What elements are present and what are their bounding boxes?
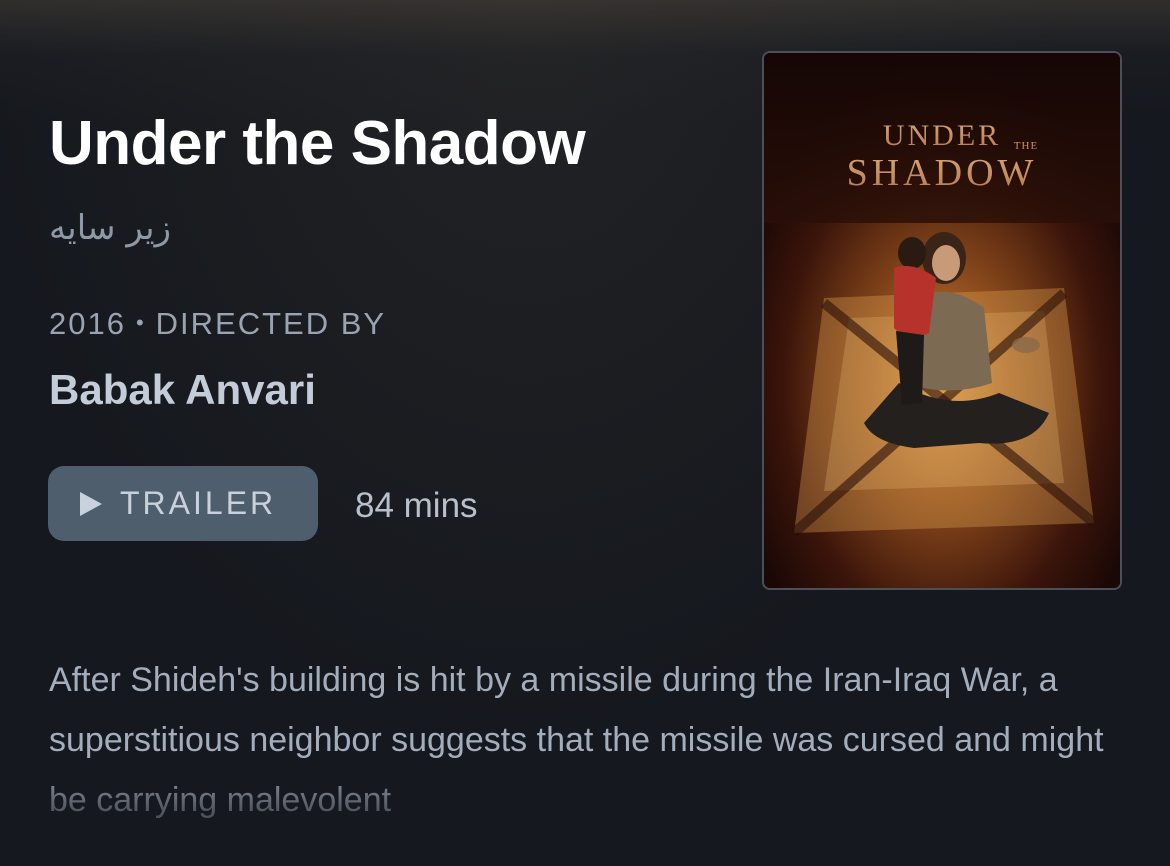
trailer-label: TRAILER (120, 485, 277, 521)
poster-title-small: THE (1014, 140, 1038, 152)
poster-title-line2: SHADOW (847, 152, 1038, 194)
director-name[interactable]: Babak Anvari (49, 366, 316, 414)
original-title: زیر سایه (49, 208, 171, 248)
poster-artwork: UNDER THE SHADOW (764, 53, 1120, 588)
film-meta: 2016 • DIRECTED BY (49, 306, 386, 342)
synopsis: After Shideh's building is hit by a miss… (49, 661, 1104, 819)
play-icon (80, 491, 102, 516)
separator-dot: • (135, 310, 146, 335)
film-title: Under the Shadow (49, 109, 586, 178)
runtime: 84 mins (355, 486, 478, 525)
poster-title-line1: UNDER (883, 119, 1001, 152)
directed-by-label: DIRECTED BY (155, 306, 387, 341)
trailer-button[interactable]: TRAILER (48, 466, 318, 541)
film-poster[interactable]: UNDER THE SHADOW (762, 51, 1122, 590)
release-year[interactable]: 2016 (49, 306, 126, 341)
